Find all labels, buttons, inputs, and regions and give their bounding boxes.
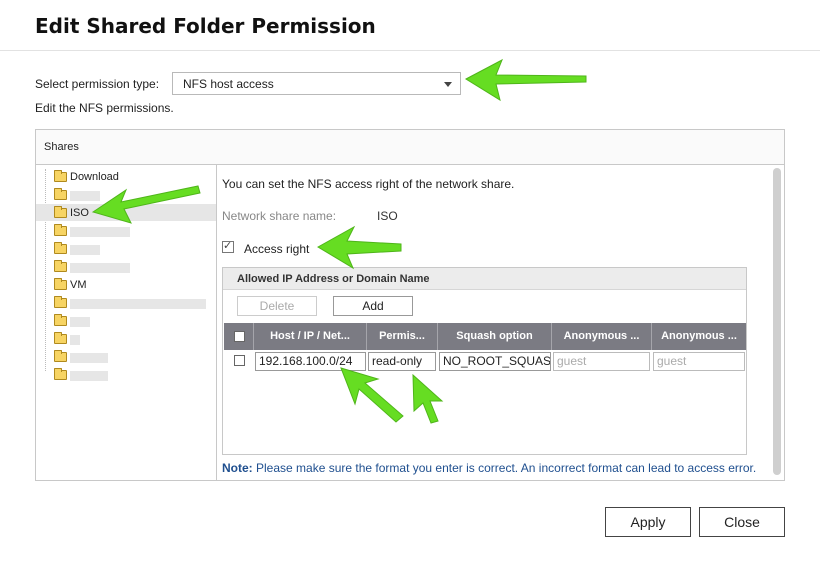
apply-button[interactable]: Apply bbox=[605, 507, 691, 537]
allowed-ip-title: Allowed IP Address or Domain Name bbox=[237, 273, 430, 285]
redacted-label bbox=[70, 335, 80, 345]
redacted-label bbox=[70, 299, 206, 309]
anonymous-gid-input[interactable]: guest bbox=[653, 352, 745, 371]
tree-item-iso[interactable]: ISO bbox=[36, 204, 216, 221]
folder-icon bbox=[54, 314, 67, 326]
folder-icon bbox=[54, 278, 67, 290]
redacted-label bbox=[70, 317, 90, 327]
shares-header-label: Shares bbox=[44, 141, 79, 153]
host-input[interactable]: 192.168.100.0/24 bbox=[255, 352, 366, 371]
column-host[interactable]: Host / IP / Net... bbox=[254, 323, 367, 350]
redacted-label bbox=[70, 191, 100, 201]
tree-item-label: VM bbox=[70, 279, 87, 291]
folder-icon bbox=[54, 260, 67, 272]
shares-header: Shares bbox=[36, 130, 784, 165]
allowed-ip-box: Allowed IP Address or Domain Name Delete… bbox=[222, 267, 747, 455]
redacted-label bbox=[70, 353, 108, 363]
tree-item-vm[interactable]: VM bbox=[36, 276, 216, 293]
annotation-arrow-permission-type bbox=[464, 58, 587, 102]
column-squash[interactable]: Squash option bbox=[438, 323, 552, 350]
folder-icon bbox=[54, 206, 67, 218]
folder-icon bbox=[54, 350, 67, 362]
access-right-checkbox[interactable] bbox=[222, 239, 234, 253]
tree-item-redacted[interactable] bbox=[36, 366, 216, 383]
folder-icon bbox=[54, 170, 67, 182]
folder-icon bbox=[54, 368, 67, 380]
permission-type-select[interactable]: NFS host access bbox=[172, 72, 461, 95]
dialog-title: Edit Shared Folder Permission bbox=[35, 14, 376, 38]
network-share-name-value: ISO bbox=[377, 209, 398, 223]
anonymous-uid-input[interactable]: guest bbox=[553, 352, 650, 371]
redacted-label bbox=[70, 227, 130, 237]
folder-icon bbox=[54, 332, 67, 344]
column-permission[interactable]: Permis... bbox=[367, 323, 438, 350]
vertical-scrollbar[interactable] bbox=[773, 168, 781, 475]
note-text: Please make sure the format you enter is… bbox=[252, 461, 757, 475]
network-share-name-label: Network share name: bbox=[222, 209, 337, 223]
title-divider bbox=[0, 50, 820, 51]
tree-item-redacted[interactable] bbox=[36, 186, 216, 203]
squash-select[interactable]: NO_ROOT_SQUASH bbox=[439, 352, 551, 371]
access-right-label: Access right bbox=[244, 242, 310, 256]
column-anonymous-gid[interactable]: Anonymous ... bbox=[652, 323, 746, 350]
tree-item-label: Download bbox=[70, 171, 119, 183]
allowed-ip-header: Allowed IP Address or Domain Name bbox=[223, 268, 746, 290]
chevron-down-icon bbox=[444, 82, 452, 87]
tree-item-redacted[interactable] bbox=[36, 294, 216, 311]
folder-icon bbox=[54, 224, 67, 236]
ip-table-header: Host / IP / Net... Permis... Squash opti… bbox=[224, 323, 746, 350]
tree-item-redacted[interactable] bbox=[36, 258, 216, 275]
tree-item-download[interactable]: Download bbox=[36, 168, 216, 185]
permission-type-value: NFS host access bbox=[183, 77, 274, 91]
row-checkbox[interactable] bbox=[234, 355, 245, 366]
delete-button[interactable]: Delete bbox=[237, 296, 317, 316]
shares-panel: Shares Download ISO VM You can set the N… bbox=[35, 129, 785, 481]
permission-select[interactable]: read-only bbox=[368, 352, 436, 371]
redacted-label bbox=[70, 371, 108, 381]
redacted-label bbox=[70, 245, 100, 255]
folder-icon bbox=[54, 188, 67, 200]
tree-item-redacted[interactable] bbox=[36, 240, 216, 257]
select-all-column bbox=[224, 323, 254, 350]
close-button[interactable]: Close bbox=[699, 507, 785, 537]
permission-description: Edit the NFS permissions. bbox=[35, 101, 174, 115]
format-note: Note: Please make sure the format you en… bbox=[222, 461, 756, 475]
table-row: 192.168.100.0/24 read-only NO_ROOT_SQUAS… bbox=[224, 350, 746, 371]
redacted-label bbox=[70, 263, 130, 273]
add-button[interactable]: Add bbox=[333, 296, 413, 316]
nfs-info-text: You can set the NFS access right of the … bbox=[222, 177, 515, 191]
tree-item-redacted[interactable] bbox=[36, 348, 216, 365]
tree-item-redacted[interactable] bbox=[36, 222, 216, 239]
folder-icon bbox=[54, 296, 67, 308]
column-anonymous-uid[interactable]: Anonymous ... bbox=[552, 323, 652, 350]
note-prefix: Note: bbox=[222, 461, 253, 475]
select-all-checkbox[interactable] bbox=[234, 331, 245, 342]
tree-item-redacted[interactable] bbox=[36, 330, 216, 347]
tree-item-label: ISO bbox=[70, 207, 89, 219]
tree-item-redacted[interactable] bbox=[36, 312, 216, 329]
folder-icon bbox=[54, 242, 67, 254]
permission-type-label: Select permission type: bbox=[35, 77, 160, 91]
share-folder-tree: Download ISO VM bbox=[36, 165, 217, 481]
